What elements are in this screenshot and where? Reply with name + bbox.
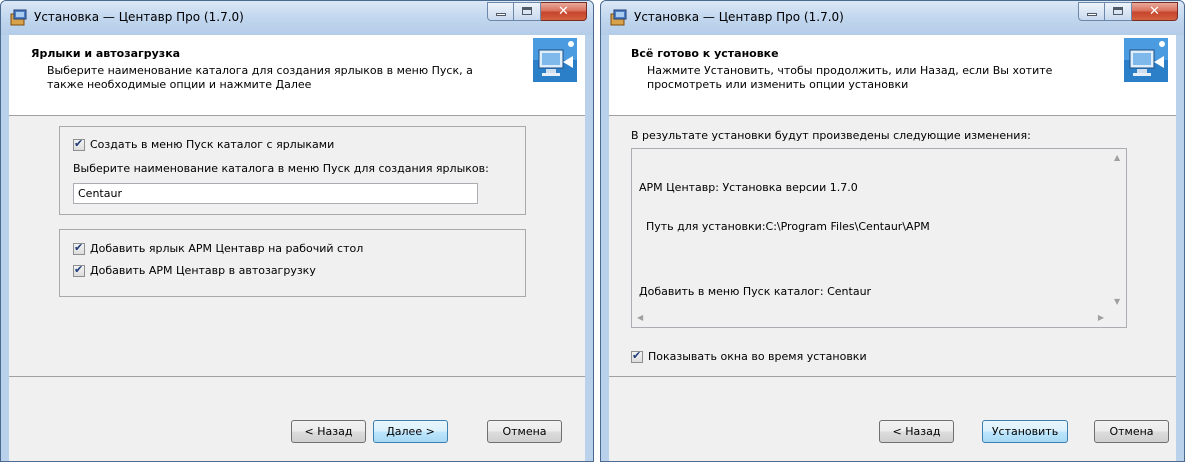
footer-divider (9, 376, 585, 377)
close-icon: ✕ (558, 4, 569, 19)
footer-divider (609, 376, 1176, 377)
right-caption-buttons: ✕ (1078, 2, 1178, 22)
page-subtitle: Выберите наименование каталога для созда… (47, 64, 473, 91)
computer-setup-icon (1124, 38, 1168, 82)
show-windows-checkbox[interactable]: Показывать окна во время установки (631, 349, 867, 363)
left-installer-window: Установка — Центавр Про (1.7.0) ✕ Ярлыки… (0, 0, 594, 462)
minimize-icon (1087, 13, 1097, 16)
checkbox-checked[interactable] (73, 263, 85, 277)
create-start-menu-label: Создать в меню Пуск каталог с ярлыками (90, 138, 335, 151)
summary-line: Добавить в меню Пуск каталог: Centaur (639, 285, 872, 298)
minimize-button[interactable] (1078, 2, 1105, 21)
desktop-shortcut-checkbox[interactable]: Добавить ярлык АРМ Центавр на рабочий ст… (73, 241, 364, 255)
close-button[interactable]: ✕ (541, 2, 587, 21)
page-subtitle: Нажмите Установить, чтобы продолжить, ил… (647, 64, 1053, 91)
autostart-checkbox[interactable]: Добавить АРМ Центавр в автозагрузку (73, 263, 316, 277)
checkbox-checked[interactable] (73, 137, 85, 151)
start-menu-folder-input[interactable]: Centaur (73, 183, 478, 204)
summary-line: АРМ Центавр: Установка версии 1.7.0 (639, 181, 858, 194)
left-title-bar[interactable]: Установка — Центавр Про (1.7.0) ✕ (1, 1, 593, 35)
summary-memo[interactable]: АРМ Центавр: Установка версии 1.7.0 Путь… (631, 148, 1127, 328)
minimize-icon (496, 13, 506, 16)
maximize-button[interactable] (1105, 2, 1132, 21)
options-group (59, 229, 526, 297)
cancel-button[interactable]: Отмена (487, 420, 562, 443)
summary-line: Путь для установки:C:\Program Files\Cent… (639, 220, 930, 233)
right-title-bar[interactable]: Установка — Центавр Про (1.7.0) ✕ (601, 1, 1184, 35)
installer-box-icon (10, 9, 27, 26)
autostart-label: Добавить АРМ Центавр в автозагрузку (90, 264, 316, 277)
horizontal-scrollbar[interactable]: ◀ ▶ (632, 310, 1109, 327)
create-start-menu-checkbox[interactable]: Создать в меню Пуск каталог с ярлыками (73, 137, 335, 151)
install-button[interactable]: Установить (982, 420, 1068, 443)
vertical-scrollbar[interactable]: ▲ ▼ (1109, 149, 1126, 310)
scroll-right-icon[interactable]: ▶ (1098, 313, 1104, 322)
checkbox-checked[interactable] (631, 349, 643, 363)
computer-setup-icon (533, 38, 577, 82)
desktop-shortcut-label: Добавить ярлык АРМ Центавр на рабочий ст… (90, 242, 364, 255)
right-installer-window: Установка — Центавр Про (1.7.0) ✕ Всё го… (600, 0, 1185, 462)
installer-box-icon (610, 9, 627, 26)
scroll-left-icon[interactable]: ◀ (637, 313, 643, 322)
left-window-title: Установка — Центавр Про (1.7.0) (34, 10, 244, 24)
right-window-title: Установка — Центавр Про (1.7.0) (634, 10, 844, 24)
show-windows-label: Показывать окна во время установки (648, 350, 867, 363)
back-button[interactable]: < Назад (879, 420, 954, 443)
next-button[interactable]: Далее > (373, 420, 448, 443)
left-client-area: Ярлыки и автозагрузка Выберите наименова… (9, 35, 585, 461)
back-button[interactable]: < Назад (291, 420, 366, 443)
right-client-area: Всё готово к установке Нажмите Установит… (609, 35, 1176, 461)
scroll-up-icon[interactable]: ▲ (1114, 153, 1120, 162)
right-wizard-header: Всё готово к установке Нажмите Установит… (609, 35, 1176, 116)
scroll-down-icon[interactable]: ▼ (1114, 297, 1120, 306)
close-button[interactable]: ✕ (1132, 2, 1178, 21)
left-wizard-header: Ярлыки и автозагрузка Выберите наименова… (9, 35, 585, 116)
minimize-button[interactable] (487, 2, 514, 21)
left-caption-buttons: ✕ (487, 2, 587, 22)
page-title: Всё готово к установке (631, 47, 779, 60)
maximize-icon (1113, 7, 1123, 15)
maximize-button[interactable] (514, 2, 541, 21)
cancel-button[interactable]: Отмена (1094, 420, 1169, 443)
summary-label: В результате установки будут произведены… (631, 129, 1031, 142)
folder-prompt: Выберите наименование каталога в меню Пу… (73, 162, 489, 175)
checkbox-checked[interactable] (73, 241, 85, 255)
maximize-icon (522, 7, 532, 15)
close-icon: ✕ (1149, 4, 1160, 19)
summary-text: АРМ Центавр: Установка версии 1.7.0 Путь… (639, 155, 930, 324)
page-title: Ярлыки и автозагрузка (31, 47, 181, 60)
